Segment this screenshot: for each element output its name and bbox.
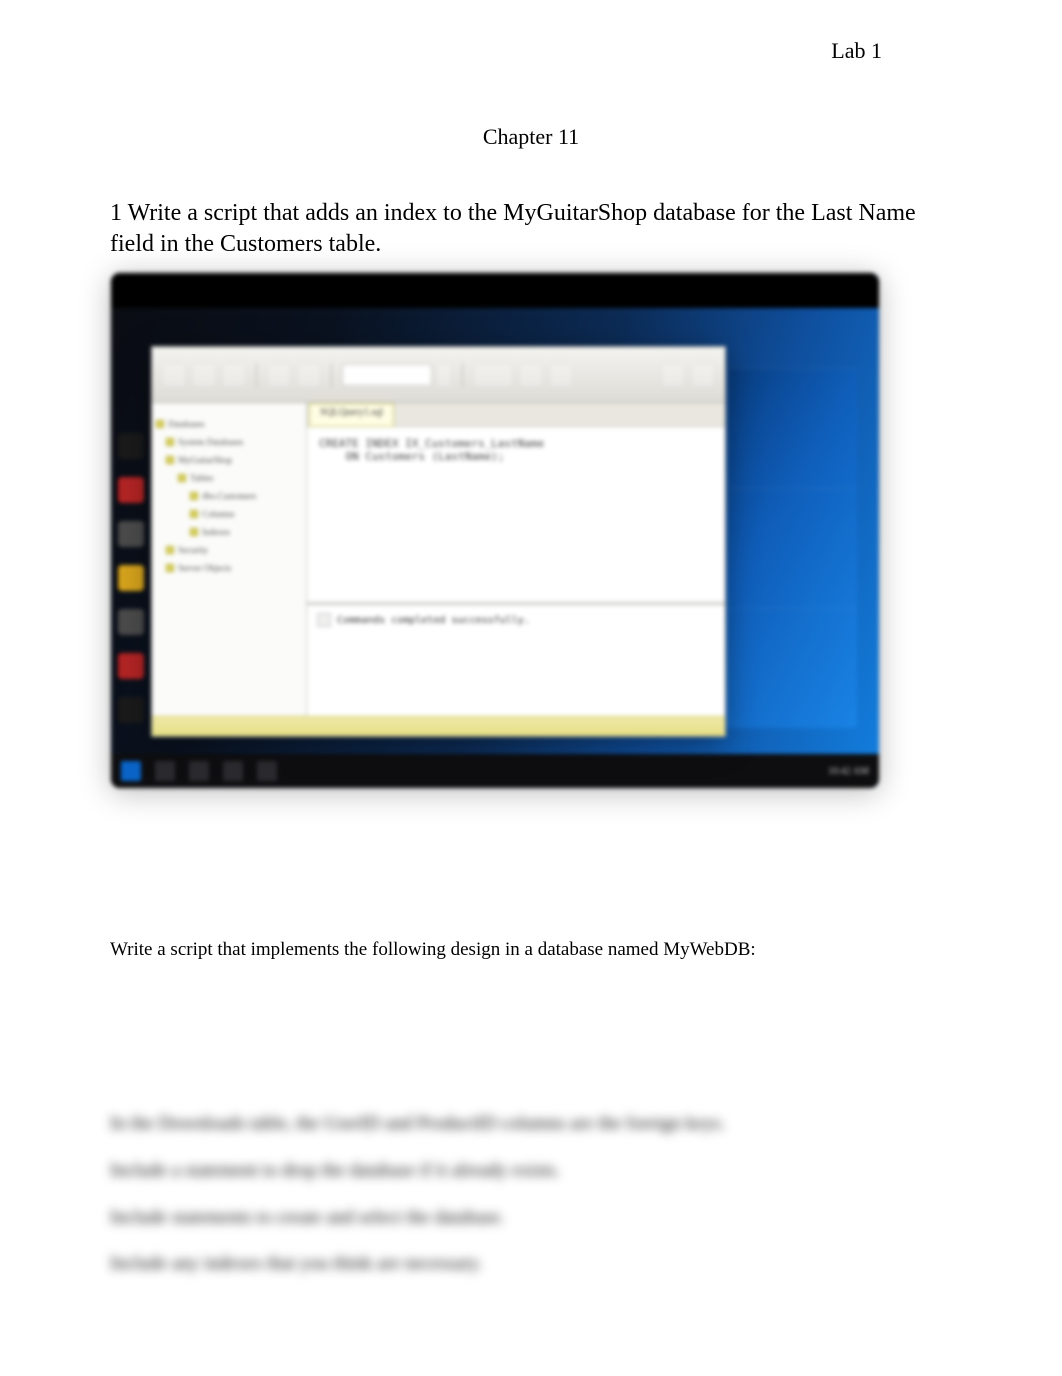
toolbar-separator — [462, 363, 463, 387]
app-titlebar — [111, 273, 879, 308]
windows-taskbar: 10:42 AM — [111, 754, 879, 788]
blurred-line: Include statements to create and select … — [110, 1205, 952, 1232]
toolbar-button[interactable] — [222, 363, 246, 387]
dock-icon[interactable] — [118, 477, 144, 503]
results-message: Commands completed successfully. — [337, 615, 530, 626]
ssms-body: Databases System Databases MyGuitarShop … — [152, 403, 725, 716]
ssms-status-bar — [152, 716, 725, 736]
sql-text: CREATE INDEX IX_Customers_LastName ON Cu… — [319, 437, 713, 463]
dock-icon[interactable] — [118, 653, 144, 679]
start-button[interactable] — [121, 761, 141, 781]
dock-icon[interactable] — [118, 609, 144, 635]
ssms-toolbar — [152, 347, 725, 403]
tree-node-label: dbo.Customers — [202, 487, 256, 505]
blurred-line: Include any indexes that you think are n… — [110, 1251, 952, 1278]
tree-node-label: Server Objects — [178, 559, 231, 577]
question-2-intro: Write a script that implements the follo… — [110, 939, 952, 961]
dock-icon[interactable] — [118, 697, 144, 723]
blurred-line: Include a statement to drop the database… — [110, 1158, 952, 1185]
dock-icon[interactable] — [118, 565, 144, 591]
taskbar-icon[interactable] — [223, 761, 243, 781]
tree-node-label: Columns — [202, 505, 235, 523]
dock-icon[interactable] — [118, 433, 144, 459]
chapter-title: Chapter 11 — [110, 124, 952, 150]
taskbar-icon[interactable] — [189, 761, 209, 781]
toolbar-separator — [256, 363, 257, 387]
results-panel: Commands completed successfully. — [307, 604, 725, 716]
desktop-body: Databases System Databases MyGuitarShop … — [111, 308, 879, 754]
editor-tab[interactable]: SQLQuery1.sql — [309, 403, 394, 427]
toolbar-button[interactable] — [297, 363, 321, 387]
toolbar-separator — [331, 363, 332, 387]
ssms-window: Databases System Databases MyGuitarShop … — [151, 346, 726, 737]
editor-area: SQLQuery1.sql CREATE INDEX IX_Customers_… — [307, 403, 725, 716]
object-explorer-panel: Databases System Databases MyGuitarShop … — [152, 403, 307, 716]
database-selector[interactable] — [342, 363, 452, 387]
toolbar-button[interactable] — [691, 363, 715, 387]
taskbar-icon[interactable] — [257, 761, 277, 781]
taskbar-clock: 10:42 AM — [828, 766, 869, 777]
tree-node-label: Tables — [190, 469, 213, 487]
dock-icon[interactable] — [118, 521, 144, 547]
embedded-screenshot: Databases System Databases MyGuitarShop … — [110, 272, 880, 789]
tree-node-label: Indexes — [202, 523, 230, 541]
toolbar-button[interactable] — [549, 363, 573, 387]
question-1-text: 1 Write a script that adds an index to t… — [110, 198, 952, 260]
document-page: Lab 1 Chapter 11 1 Write a script that a… — [0, 0, 1062, 1358]
object-explorer-tree[interactable]: Databases System Databases MyGuitarShop … — [156, 411, 302, 577]
toolbar-button[interactable] — [192, 363, 216, 387]
desktop-dock — [111, 343, 151, 723]
desktop-wallpaper: Databases System Databases MyGuitarShop … — [111, 273, 879, 788]
toolbar-button[interactable] — [661, 363, 685, 387]
tree-node-label: MyGuitarShop — [178, 451, 232, 469]
tree-node-label: System Databases — [178, 433, 243, 451]
messages-tab-icon[interactable] — [317, 613, 331, 627]
tree-node-label: Security — [178, 541, 208, 559]
taskbar-icon[interactable] — [155, 761, 175, 781]
execute-button[interactable] — [473, 363, 513, 387]
toolbar-button[interactable] — [519, 363, 543, 387]
editor-tab-label: SQLQuery1.sql — [320, 407, 383, 418]
toolbar-button[interactable] — [162, 363, 186, 387]
sql-editor[interactable]: CREATE INDEX IX_Customers_LastName ON Cu… — [307, 427, 725, 602]
windows-accent-pane — [727, 368, 857, 728]
toolbar-button[interactable] — [267, 363, 291, 387]
tree-node-label: Databases — [168, 415, 204, 433]
blurred-line: In the Downloads table, the UserID and P… — [110, 1111, 952, 1138]
page-header-label: Lab 1 — [110, 38, 952, 64]
editor-tab-strip: SQLQuery1.sql — [307, 403, 725, 427]
obscured-content-block: In the Downloads table, the UserID and P… — [110, 1111, 952, 1277]
